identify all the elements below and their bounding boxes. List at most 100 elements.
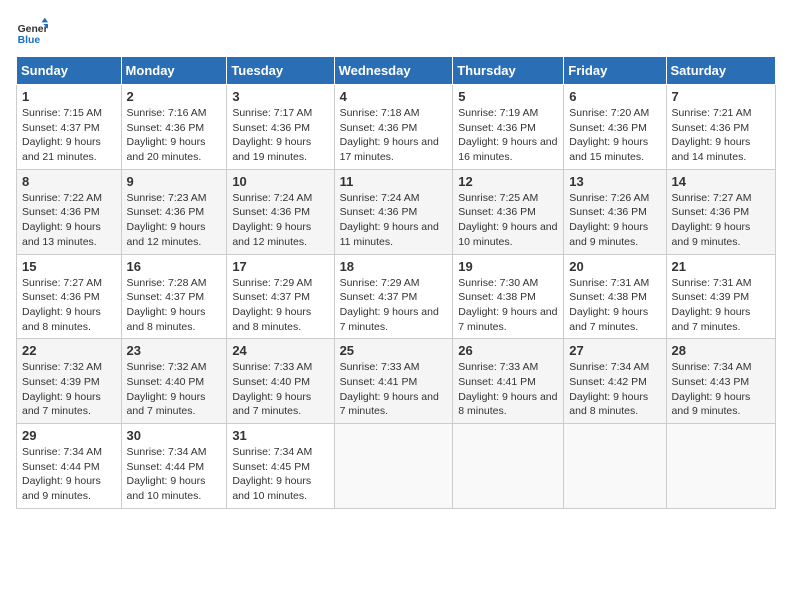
calendar-table: SundayMondayTuesdayWednesdayThursdayFrid…	[16, 56, 776, 509]
day-info: Sunrise: 7:22 AMSunset: 4:36 PMDaylight:…	[22, 192, 102, 248]
day-number: 19	[458, 259, 558, 274]
day-cell: 26 Sunrise: 7:33 AMSunset: 4:41 PMDaylig…	[453, 339, 564, 424]
day-cell: 24 Sunrise: 7:33 AMSunset: 4:40 PMDaylig…	[227, 339, 334, 424]
day-number: 4	[340, 89, 448, 104]
svg-text:Blue: Blue	[18, 35, 41, 46]
day-cell	[334, 424, 453, 509]
day-info: Sunrise: 7:32 AMSunset: 4:40 PMDaylight:…	[127, 361, 207, 417]
day-cell: 3 Sunrise: 7:17 AMSunset: 4:36 PMDayligh…	[227, 85, 334, 170]
day-info: Sunrise: 7:34 AMSunset: 4:43 PMDaylight:…	[672, 361, 752, 417]
col-header-sunday: Sunday	[17, 57, 122, 85]
day-info: Sunrise: 7:33 AMSunset: 4:41 PMDaylight:…	[458, 361, 557, 417]
day-info: Sunrise: 7:17 AMSunset: 4:36 PMDaylight:…	[232, 107, 312, 163]
day-number: 11	[340, 174, 448, 189]
day-number: 7	[672, 89, 770, 104]
day-cell: 8 Sunrise: 7:22 AMSunset: 4:36 PMDayligh…	[17, 169, 122, 254]
day-number: 12	[458, 174, 558, 189]
logo: General Blue	[16, 16, 48, 48]
day-info: Sunrise: 7:33 AMSunset: 4:40 PMDaylight:…	[232, 361, 312, 417]
day-cell: 28 Sunrise: 7:34 AMSunset: 4:43 PMDaylig…	[666, 339, 775, 424]
day-number: 9	[127, 174, 222, 189]
col-header-thursday: Thursday	[453, 57, 564, 85]
day-info: Sunrise: 7:18 AMSunset: 4:36 PMDaylight:…	[340, 107, 439, 163]
day-info: Sunrise: 7:28 AMSunset: 4:37 PMDaylight:…	[127, 277, 207, 333]
day-cell: 29 Sunrise: 7:34 AMSunset: 4:44 PMDaylig…	[17, 424, 122, 509]
day-cell: 22 Sunrise: 7:32 AMSunset: 4:39 PMDaylig…	[17, 339, 122, 424]
day-info: Sunrise: 7:33 AMSunset: 4:41 PMDaylight:…	[340, 361, 439, 417]
day-cell	[666, 424, 775, 509]
day-cell: 6 Sunrise: 7:20 AMSunset: 4:36 PMDayligh…	[564, 85, 666, 170]
day-cell: 12 Sunrise: 7:25 AMSunset: 4:36 PMDaylig…	[453, 169, 564, 254]
day-cell: 11 Sunrise: 7:24 AMSunset: 4:36 PMDaylig…	[334, 169, 453, 254]
day-cell: 21 Sunrise: 7:31 AMSunset: 4:39 PMDaylig…	[666, 254, 775, 339]
day-info: Sunrise: 7:16 AMSunset: 4:36 PMDaylight:…	[127, 107, 207, 163]
header: General Blue	[16, 16, 776, 48]
day-number: 28	[672, 343, 770, 358]
day-number: 13	[569, 174, 660, 189]
day-info: Sunrise: 7:29 AMSunset: 4:37 PMDaylight:…	[232, 277, 312, 333]
day-info: Sunrise: 7:29 AMSunset: 4:37 PMDaylight:…	[340, 277, 439, 333]
day-cell: 10 Sunrise: 7:24 AMSunset: 4:36 PMDaylig…	[227, 169, 334, 254]
day-cell: 27 Sunrise: 7:34 AMSunset: 4:42 PMDaylig…	[564, 339, 666, 424]
calendar-header-row: SundayMondayTuesdayWednesdayThursdayFrid…	[17, 57, 776, 85]
col-header-wednesday: Wednesday	[334, 57, 453, 85]
day-cell: 25 Sunrise: 7:33 AMSunset: 4:41 PMDaylig…	[334, 339, 453, 424]
week-row-1: 1 Sunrise: 7:15 AMSunset: 4:37 PMDayligh…	[17, 85, 776, 170]
day-cell: 5 Sunrise: 7:19 AMSunset: 4:36 PMDayligh…	[453, 85, 564, 170]
day-cell: 23 Sunrise: 7:32 AMSunset: 4:40 PMDaylig…	[121, 339, 227, 424]
day-number: 8	[22, 174, 116, 189]
day-number: 15	[22, 259, 116, 274]
day-info: Sunrise: 7:26 AMSunset: 4:36 PMDaylight:…	[569, 192, 649, 248]
day-number: 17	[232, 259, 328, 274]
day-info: Sunrise: 7:19 AMSunset: 4:36 PMDaylight:…	[458, 107, 557, 163]
day-cell: 1 Sunrise: 7:15 AMSunset: 4:37 PMDayligh…	[17, 85, 122, 170]
day-info: Sunrise: 7:27 AMSunset: 4:36 PMDaylight:…	[22, 277, 102, 333]
day-number: 2	[127, 89, 222, 104]
day-cell: 17 Sunrise: 7:29 AMSunset: 4:37 PMDaylig…	[227, 254, 334, 339]
day-cell: 16 Sunrise: 7:28 AMSunset: 4:37 PMDaylig…	[121, 254, 227, 339]
day-number: 5	[458, 89, 558, 104]
day-number: 21	[672, 259, 770, 274]
day-info: Sunrise: 7:34 AMSunset: 4:44 PMDaylight:…	[22, 446, 102, 502]
day-number: 29	[22, 428, 116, 443]
col-header-tuesday: Tuesday	[227, 57, 334, 85]
day-number: 1	[22, 89, 116, 104]
day-number: 6	[569, 89, 660, 104]
day-info: Sunrise: 7:15 AMSunset: 4:37 PMDaylight:…	[22, 107, 102, 163]
day-info: Sunrise: 7:31 AMSunset: 4:39 PMDaylight:…	[672, 277, 752, 333]
day-number: 24	[232, 343, 328, 358]
day-info: Sunrise: 7:25 AMSunset: 4:36 PMDaylight:…	[458, 192, 557, 248]
col-header-saturday: Saturday	[666, 57, 775, 85]
day-number: 26	[458, 343, 558, 358]
day-number: 30	[127, 428, 222, 443]
day-cell: 7 Sunrise: 7:21 AMSunset: 4:36 PMDayligh…	[666, 85, 775, 170]
day-number: 31	[232, 428, 328, 443]
day-number: 25	[340, 343, 448, 358]
week-row-4: 22 Sunrise: 7:32 AMSunset: 4:39 PMDaylig…	[17, 339, 776, 424]
day-cell: 31 Sunrise: 7:34 AMSunset: 4:45 PMDaylig…	[227, 424, 334, 509]
day-cell: 18 Sunrise: 7:29 AMSunset: 4:37 PMDaylig…	[334, 254, 453, 339]
day-number: 14	[672, 174, 770, 189]
day-cell	[564, 424, 666, 509]
day-number: 22	[22, 343, 116, 358]
day-number: 20	[569, 259, 660, 274]
day-cell: 14 Sunrise: 7:27 AMSunset: 4:36 PMDaylig…	[666, 169, 775, 254]
day-info: Sunrise: 7:34 AMSunset: 4:44 PMDaylight:…	[127, 446, 207, 502]
day-info: Sunrise: 7:32 AMSunset: 4:39 PMDaylight:…	[22, 361, 102, 417]
day-info: Sunrise: 7:21 AMSunset: 4:36 PMDaylight:…	[672, 107, 752, 163]
day-info: Sunrise: 7:31 AMSunset: 4:38 PMDaylight:…	[569, 277, 649, 333]
day-info: Sunrise: 7:27 AMSunset: 4:36 PMDaylight:…	[672, 192, 752, 248]
day-info: Sunrise: 7:30 AMSunset: 4:38 PMDaylight:…	[458, 277, 557, 333]
day-info: Sunrise: 7:20 AMSunset: 4:36 PMDaylight:…	[569, 107, 649, 163]
svg-text:General: General	[18, 24, 48, 35]
day-cell: 2 Sunrise: 7:16 AMSunset: 4:36 PMDayligh…	[121, 85, 227, 170]
day-cell: 15 Sunrise: 7:27 AMSunset: 4:36 PMDaylig…	[17, 254, 122, 339]
day-info: Sunrise: 7:34 AMSunset: 4:42 PMDaylight:…	[569, 361, 649, 417]
day-info: Sunrise: 7:23 AMSunset: 4:36 PMDaylight:…	[127, 192, 207, 248]
day-info: Sunrise: 7:24 AMSunset: 4:36 PMDaylight:…	[340, 192, 439, 248]
week-row-5: 29 Sunrise: 7:34 AMSunset: 4:44 PMDaylig…	[17, 424, 776, 509]
day-cell: 19 Sunrise: 7:30 AMSunset: 4:38 PMDaylig…	[453, 254, 564, 339]
col-header-friday: Friday	[564, 57, 666, 85]
day-cell: 9 Sunrise: 7:23 AMSunset: 4:36 PMDayligh…	[121, 169, 227, 254]
day-number: 23	[127, 343, 222, 358]
